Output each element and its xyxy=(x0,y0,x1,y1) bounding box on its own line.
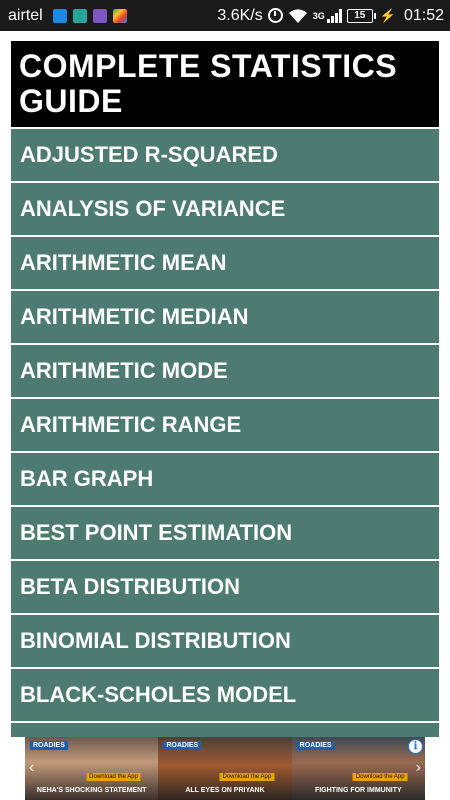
topic-item[interactable]: ANALYSIS OF VARIANCE xyxy=(11,183,439,235)
ad-panel[interactable]: ROADIES Download the App NEHA'S SHOCKING… xyxy=(25,737,159,800)
topic-item[interactable]: ARITHMETIC MODE xyxy=(11,345,439,397)
ad-panel[interactable]: ROADIES Download the App FIGHTING FOR IM… xyxy=(291,737,425,800)
ad-info-icon[interactable]: i xyxy=(408,739,423,754)
ad-chip: ROADIES xyxy=(296,741,335,750)
ad-caption: FIGHTING FOR IMMUNITY xyxy=(314,787,402,794)
alarm-icon xyxy=(267,8,283,23)
ad-banner[interactable]: ROADIES Download the App NEHA'S SHOCKING… xyxy=(25,737,425,800)
photos-icon xyxy=(92,8,107,23)
topic-item[interactable]: BLACK-SCHOLES MODEL xyxy=(11,669,439,721)
play-store-icon xyxy=(112,8,127,23)
topic-item[interactable]: BEST POINT ESTIMATION xyxy=(11,507,439,559)
ad-chip: ROADIES xyxy=(30,741,68,750)
topic-item[interactable]: ARITHMETIC MEDIAN xyxy=(11,291,439,343)
carrier-name: airtel xyxy=(8,6,43,24)
topic-item[interactable]: BETA DISTRIBUTION xyxy=(11,561,439,613)
ad-caption: NEHA'S SHOCKING STATEMENT xyxy=(36,787,147,794)
ad-download-button[interactable]: Download the App xyxy=(352,773,408,781)
gallery-icon xyxy=(72,8,87,23)
page-title: COMPLETE STATISTICS GUIDE xyxy=(11,41,439,127)
status-time: 01:52 xyxy=(403,6,444,24)
status-left: airtel xyxy=(8,7,127,25)
battery-level: 15 xyxy=(354,10,366,21)
topic-item[interactable]: BAR GRAPH xyxy=(11,453,439,505)
ad-caption: ALL EYES ON PRIYANK xyxy=(185,787,265,794)
chevron-left-icon[interactable]: ‹ xyxy=(29,759,34,777)
network-speed: 3.6K/s xyxy=(217,6,263,24)
topic-item[interactable]: ADJUSTED R-SQUARED xyxy=(11,129,439,181)
battery-icon: 15 xyxy=(346,8,376,23)
wifi-icon xyxy=(288,8,307,23)
ad-panel[interactable]: ROADIES Download the App ALL EYES ON PRI… xyxy=(158,737,292,800)
topic-item[interactable]: ARITHMETIC RANGE xyxy=(11,399,439,451)
signal-icon xyxy=(326,8,342,23)
messaging-icon xyxy=(52,8,67,23)
topic-item[interactable]: ARITHMETIC MEAN xyxy=(11,237,439,289)
topic-item[interactable]: BINOMIAL DISTRIBUTION xyxy=(11,615,439,667)
network-type: 3G xyxy=(312,10,325,21)
ad-download-button[interactable]: Download the App xyxy=(219,773,275,781)
status-bar: airtel 3.6K/s 3G 15 ⚡ 01:52 xyxy=(0,0,450,31)
status-right: 3.6K/s 3G 15 ⚡ 01:52 xyxy=(217,7,444,25)
topic-list: ADJUSTED R-SQUARED ANALYSIS OF VARIANCE … xyxy=(11,129,439,777)
ad-chip: ROADIES xyxy=(163,741,202,750)
charging-icon: ⚡ xyxy=(379,7,396,23)
ad-download-button[interactable]: Download the App xyxy=(86,773,141,781)
chevron-right-icon[interactable]: › xyxy=(416,759,421,777)
